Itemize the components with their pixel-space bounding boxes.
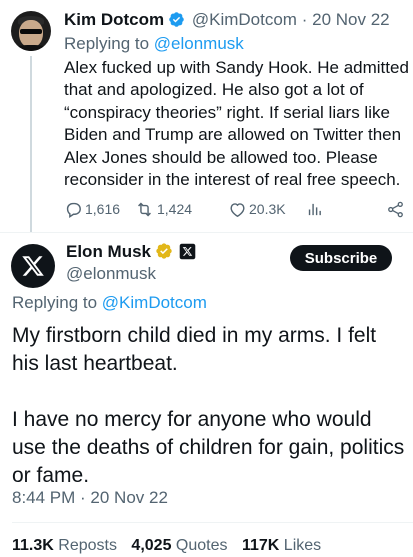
views-action[interactable] bbox=[306, 198, 325, 220]
quotes-count: 4,025 bbox=[131, 537, 172, 554]
parent-replying-to: Replying to @elonmusk bbox=[64, 33, 244, 54]
replying-prefix: Replying to bbox=[64, 34, 154, 53]
reposts-label: Reposts bbox=[58, 537, 117, 554]
parent-tweet-date[interactable]: 20 Nov 22 bbox=[312, 10, 390, 29]
heart-icon bbox=[230, 202, 245, 217]
verified-badge-icon[interactable] bbox=[168, 11, 185, 33]
elon-musk-avatar[interactable] bbox=[11, 244, 55, 288]
main-author-handle[interactable]: @elonmusk bbox=[66, 263, 156, 285]
replying-to-mention[interactable]: @elonmusk bbox=[154, 34, 244, 53]
reply-icon bbox=[66, 202, 81, 218]
reposts-stat[interactable]: 11.3K Reposts bbox=[12, 537, 117, 554]
stats-divider bbox=[12, 522, 413, 523]
repost-count: 1,424 bbox=[157, 201, 193, 217]
reply-action[interactable]: 1,616 bbox=[64, 198, 120, 220]
main-tweet-timestamp[interactable]: 8:44 PM · 20 Nov 22 bbox=[12, 487, 168, 509]
likes-stat[interactable]: 117K Likes bbox=[242, 537, 321, 554]
parent-tweet-header: Kim Dotcom @KimDotcom · 20 Nov 22 bbox=[64, 9, 390, 33]
likes-count: 117K bbox=[241, 537, 280, 554]
main-replying-to: Replying to @KimDotcom bbox=[12, 292, 207, 314]
likes-label: Likes bbox=[283, 537, 322, 554]
like-count: 20.3K bbox=[249, 201, 286, 217]
avatar-face bbox=[19, 20, 43, 48]
parent-tweet[interactable]: Kim Dotcom @KimDotcom · 20 Nov 22 Replyi… bbox=[0, 0, 413, 232]
main-tweet-paragraph-2: I have no mercy for anyone who would use… bbox=[12, 408, 405, 487]
thread-connector-line bbox=[30, 56, 32, 232]
tweet-divider bbox=[0, 232, 413, 233]
share-action[interactable] bbox=[386, 198, 407, 220]
replying-to-mention[interactable]: @KimDotcom bbox=[102, 293, 207, 312]
main-tweet-text: My firstborn child died in my arms. I fe… bbox=[12, 322, 408, 490]
affiliate-x-badge-icon[interactable] bbox=[179, 243, 196, 266]
parent-tweet-actions: 1,616 1,424 20.3K bbox=[64, 198, 410, 220]
views-icon bbox=[308, 203, 321, 215]
quotes-stat[interactable]: 4,025 Quotes bbox=[131, 537, 227, 554]
parent-tweet-text: Alex fucked up with Sandy Hook. He admit… bbox=[64, 58, 409, 190]
repost-icon bbox=[138, 202, 151, 216]
quotes-label: Quotes bbox=[175, 537, 228, 554]
replying-prefix: Replying to bbox=[12, 293, 102, 312]
like-action[interactable]: 20.3K bbox=[228, 198, 286, 220]
x-logo-icon bbox=[22, 256, 44, 276]
verified-gold-badge-icon[interactable] bbox=[155, 242, 173, 266]
repost-action[interactable]: 1,424 bbox=[134, 198, 192, 220]
avatar-sunglasses bbox=[20, 29, 42, 34]
subscribe-button[interactable]: Subscribe bbox=[290, 245, 392, 271]
reposts-count: 11.3K bbox=[12, 537, 54, 554]
parent-author-name[interactable]: Kim Dotcom bbox=[64, 10, 164, 29]
main-tweet-paragraph-1: My firstborn child died in my arms. I fe… bbox=[12, 324, 377, 375]
main-author-name[interactable]: Elon Musk bbox=[66, 242, 151, 261]
engagement-stats: 11.3K Reposts 4,025 Quotes 117K Likes bbox=[12, 536, 331, 556]
reply-count: 1,616 bbox=[85, 201, 121, 217]
kim-dotcom-avatar[interactable] bbox=[11, 11, 51, 51]
parent-author-handle[interactable]: @KimDotcom bbox=[192, 10, 297, 29]
header-separator: · bbox=[301, 10, 308, 29]
avatar-shirt bbox=[13, 45, 49, 51]
share-icon bbox=[388, 201, 403, 217]
